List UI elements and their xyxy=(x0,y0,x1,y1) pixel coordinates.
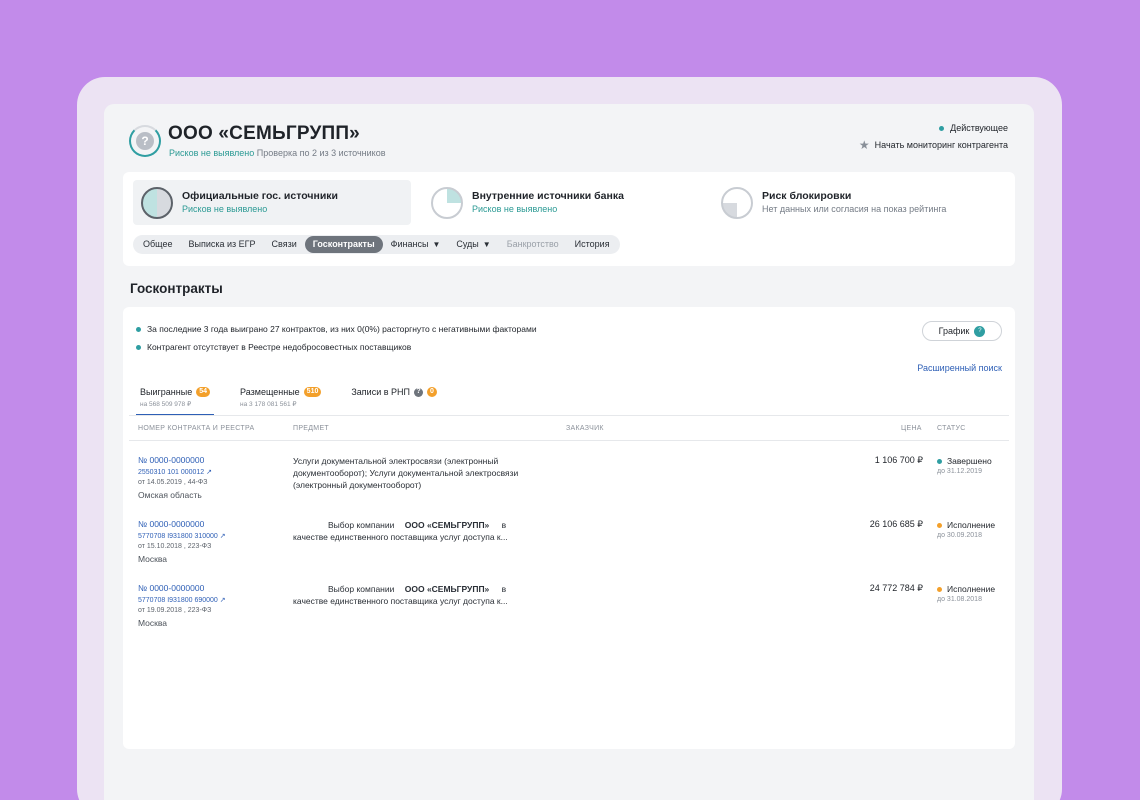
contract-subtabs: Выигранные 54 на 568 509 978 ₽ Размещенны… xyxy=(136,386,441,416)
contract-date: от 14.05.2019 , 44-ФЗ xyxy=(138,479,208,486)
company-name: ООО «СЕМЬГРУПП» xyxy=(168,123,360,144)
status-date: до 31.12.2019 xyxy=(937,468,982,475)
chart-icon: ? xyxy=(974,325,986,337)
contract-subject: Выбор компании ООО «СЕМЬГРУПП» в качеств… xyxy=(293,584,508,606)
col-customer: ЗАКАЗЧИК xyxy=(566,425,604,432)
start-monitoring-button[interactable]: ★ Начать мониторинг контрагента xyxy=(859,138,1008,152)
divider xyxy=(129,415,1009,416)
tab-finance[interactable]: Финансы ▼ xyxy=(383,236,449,253)
subtab-won[interactable]: Выигранные 54 на 568 509 978 ₽ xyxy=(136,386,215,416)
question-icon: ? xyxy=(136,132,154,150)
tab-courts[interactable]: Суды ▼ xyxy=(448,236,498,253)
help-icon[interactable]: ? xyxy=(413,387,423,397)
status-dot-icon xyxy=(937,586,942,592)
contract-region: Москва xyxy=(138,554,168,564)
external-link-icon: ↗ xyxy=(219,597,226,604)
tab-history[interactable]: История xyxy=(567,236,618,253)
tab-general[interactable]: Общее xyxy=(135,236,180,253)
info-line: Контрагент отсутствует в Реестре недобро… xyxy=(136,342,411,352)
source-bank[interactable]: Внутренние источники банка Рисков не выя… xyxy=(423,180,693,225)
contract-subject: Услуги документальной электросвязи (элек… xyxy=(293,456,519,490)
subtab-rnp[interactable]: Записи в РНП? 0 xyxy=(347,386,441,416)
company-state-label: Действующее xyxy=(950,123,1008,133)
tab-links[interactable]: Связи xyxy=(264,236,305,253)
pie-chart-icon xyxy=(721,186,753,219)
contract-status: Исполнение xyxy=(937,584,995,594)
graph-button[interactable]: График ? xyxy=(922,321,1002,341)
tab-egr-extract[interactable]: Выписка из ЕГР xyxy=(180,236,263,253)
bullet-icon xyxy=(136,326,141,332)
start-monitoring-label: Начать мониторинг контрагента xyxy=(874,140,1008,150)
advanced-search-link[interactable]: Расширенный поиск xyxy=(917,363,1002,373)
registry-number[interactable]: 5770708 I931800 690000 ↗ xyxy=(138,596,226,604)
contract-region: Москва xyxy=(138,618,168,628)
pie-chart-icon xyxy=(141,186,173,219)
col-price: ЦЕНА xyxy=(901,425,922,432)
graph-button-label: График xyxy=(938,326,970,336)
col-subject: ПРЕДМЕТ xyxy=(293,425,329,432)
source-official[interactable]: Официальные гос. источники Рисков не выя… xyxy=(133,180,411,225)
tab-goscontracts[interactable]: Госконтракты xyxy=(304,236,383,253)
section-title: Госконтракты xyxy=(130,281,223,296)
count-badge: 510 xyxy=(303,387,322,397)
contract-date: от 19.09.2018 , 223-ФЗ xyxy=(138,607,212,614)
risk-status: Рисков не выявлено xyxy=(169,148,255,158)
source-title: Риск блокировки xyxy=(762,190,852,202)
subtab-sum: на 568 509 978 ₽ xyxy=(140,401,192,408)
contract-date: от 15.10.2018 , 223-ФЗ xyxy=(138,543,212,550)
source-status: Рисков не выявлено xyxy=(472,204,558,214)
info-line: За последние 3 года выиграно 27 контракт… xyxy=(136,324,537,334)
external-link-icon: ↗ xyxy=(219,533,226,540)
source-status: Нет данных или согласия на показ рейтинг… xyxy=(762,204,947,214)
pie-chart-icon xyxy=(431,186,463,219)
col-number: НОМЕР КОНТРАКТА И РЕЕСТРА xyxy=(138,425,255,432)
subtab-placed[interactable]: Размещенные 510 на 3 178 081 561 ₽ xyxy=(236,386,325,416)
app-screen: ? ООО «СЕМЬГРУПП» Рисков не выявлено Про… xyxy=(104,104,1034,800)
company-state: Действующее xyxy=(939,123,1008,133)
col-status: СТАТУС xyxy=(937,425,966,432)
status-date: до 31.08.2018 xyxy=(937,596,982,603)
status-date: до 30.09.2018 xyxy=(937,532,982,539)
contract-status: Исполнение xyxy=(937,520,995,530)
check-info: Проверка по 2 из 3 источников xyxy=(256,148,386,158)
main-tabs: Общее Выписка из ЕГР Связи Госконтракты … xyxy=(133,235,620,254)
registry-number[interactable]: 2550310 101 000012 ↗ xyxy=(138,468,212,476)
status-dot-icon xyxy=(937,522,942,528)
contract-region: Омская область xyxy=(138,490,202,500)
company-risk-summary: Рисков не выявлено Проверка по 2 из 3 ис… xyxy=(169,148,386,158)
source-blocking[interactable]: Риск блокировки Нет данных или согласия … xyxy=(713,180,1003,225)
source-title: Внутренние источники банка xyxy=(472,190,624,202)
sources-card: Официальные гос. источники Рисков не выя… xyxy=(123,172,1015,266)
tab-bankruptcy: Банкротство xyxy=(506,239,559,249)
contract-number[interactable]: № 0000-0000000 xyxy=(138,455,204,465)
status-dot-icon xyxy=(937,458,942,464)
contracts-card: За последние 3 года выиграно 27 контракт… xyxy=(123,307,1015,749)
bullet-icon xyxy=(136,344,141,350)
table-row[interactable]: № 0000-0000000 5770708 I931800 690000 ↗ … xyxy=(123,583,1015,645)
table-row[interactable]: № 0000-0000000 5770708 I931800 310000 ↗ … xyxy=(123,519,1015,581)
company-risk-icon: ? xyxy=(129,125,161,157)
registry-number[interactable]: 5770708 I931800 310000 ↗ xyxy=(138,532,226,540)
contract-status: Завершено xyxy=(937,456,992,466)
chevron-down-icon: ▼ xyxy=(432,240,441,249)
table-row[interactable]: № 0000-0000000 2550310 101 000012 ↗ от 1… xyxy=(123,455,1015,517)
source-title: Официальные гос. источники xyxy=(182,190,338,202)
source-status: Рисков не выявлено xyxy=(182,204,268,214)
count-badge: 0 xyxy=(426,387,437,397)
divider xyxy=(129,440,1009,441)
star-icon: ★ xyxy=(858,138,870,152)
chevron-down-icon: ▼ xyxy=(482,240,491,249)
contract-price: 26 106 685 ₽ xyxy=(869,519,923,529)
subtab-sum: на 3 178 081 561 ₽ xyxy=(240,401,297,408)
contract-subject: Выбор компании ООО «СЕМЬГРУПП» в качеств… xyxy=(293,520,508,542)
contract-price: 24 772 784 ₽ xyxy=(869,583,923,593)
contract-price: 1 106 700 ₽ xyxy=(874,455,923,465)
status-dot-icon xyxy=(939,125,945,131)
count-badge: 54 xyxy=(196,387,211,397)
contract-number[interactable]: № 0000-0000000 xyxy=(138,583,204,593)
contract-number[interactable]: № 0000-0000000 xyxy=(138,519,204,529)
external-link-icon: ↗ xyxy=(206,469,213,476)
